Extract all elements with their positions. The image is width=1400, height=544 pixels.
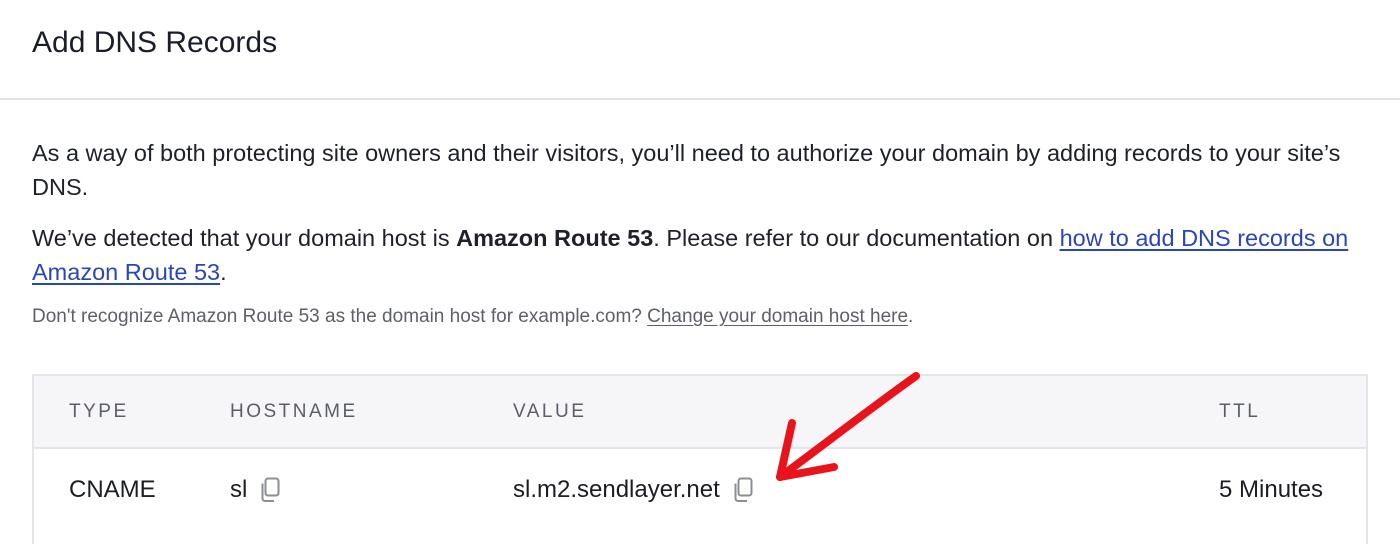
page-title: Add DNS Records [32,26,278,59]
page-header: Add DNS Records [0,0,1400,100]
detected-host-paragraph: We’ve detected that your domain host is … [32,221,1372,289]
instructions: As a way of both protecting site owners … [32,136,1372,331]
table-row: CNAME sl sl.m2.sendlayer.net 5 Minutes [34,449,1366,529]
detected-middle: . Please refer to our documentation on [653,225,1060,251]
record-ttl: 5 Minutes [1219,476,1324,503]
column-header-type: TYPE [69,401,129,422]
copy-icon[interactable] [732,477,754,503]
record-type-cell: CNAME [69,475,156,505]
column-header-ttl: TTL [1219,401,1261,422]
record-ttl-cell: 5 Minutes [1219,475,1323,505]
record-value: sl.m2.sendlayer.net [513,476,720,503]
column-header-value: VALUE [513,401,587,422]
detected-suffix: . [220,259,227,285]
note-prefix: Don't recognize Amazon Route 53 as the d… [32,306,648,327]
column-header-hostname: HOSTNAME [230,401,358,422]
change-host-note: Don't recognize Amazon Route 53 as the d… [32,303,1372,331]
domain-host-name: Amazon Route 53 [456,225,654,251]
dns-records-table: TYPE HOSTNAME VALUE TTL CNAME sl sl.m2.s… [32,374,1368,544]
detected-prefix: We’ve detected that your domain host is [32,225,457,251]
record-hostname: sl [230,476,248,503]
intro-paragraph: As a way of both protecting site owners … [32,140,1341,200]
change-domain-host-link[interactable]: Change your domain host here [647,306,908,327]
note-suffix: . [908,306,914,327]
record-hostname-cell: sl [230,475,281,505]
record-type: CNAME [69,476,156,503]
record-value-cell: sl.m2.sendlayer.net [513,475,754,505]
table-header: TYPE HOSTNAME VALUE TTL [34,376,1366,449]
copy-icon[interactable] [259,477,281,503]
